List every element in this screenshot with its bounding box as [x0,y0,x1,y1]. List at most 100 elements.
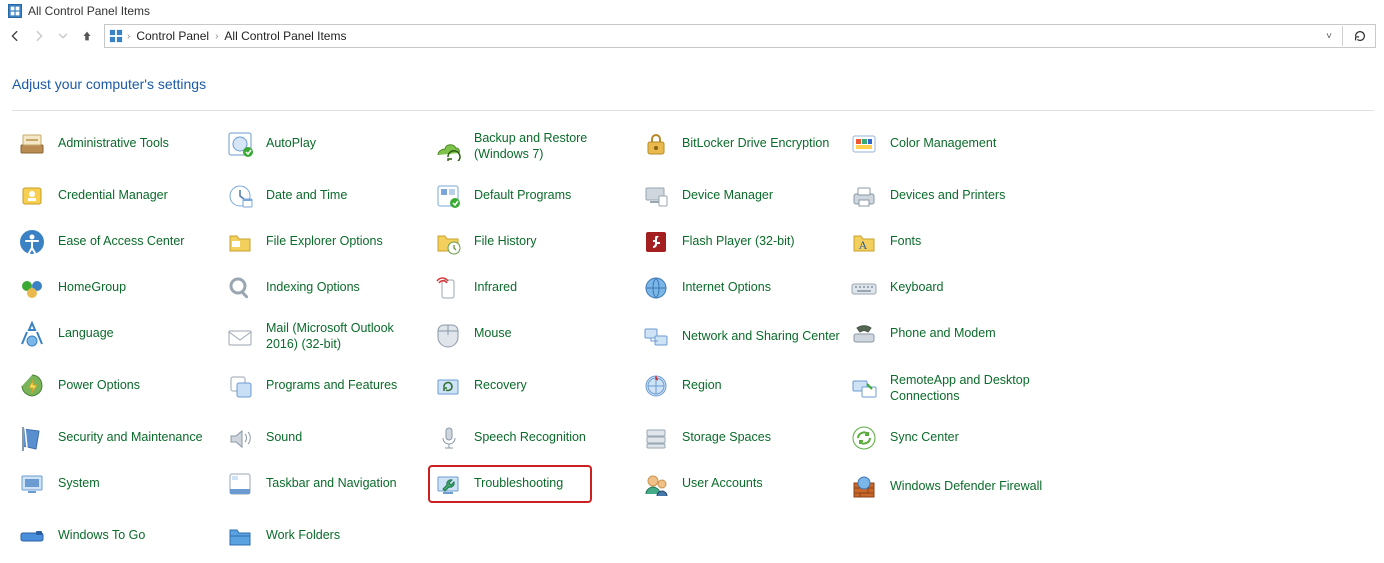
cp-item-fonts[interactable]: Fonts [846,225,1054,259]
cp-item-label: HomeGroup [58,280,126,296]
cp-item-file-history[interactable]: File History [430,225,638,259]
cp-item-programs-features[interactable]: Programs and Features [222,369,430,403]
cp-item-mouse[interactable]: Mouse [430,317,638,351]
cp-item-label: Device Manager [682,188,773,204]
cp-item-label: Indexing Options [266,280,360,296]
cp-item-date-time[interactable]: Date and Time [222,179,430,213]
windows-to-go-icon [16,520,48,552]
cp-item-label: Internet Options [682,280,771,296]
cp-item-system[interactable]: System [14,467,222,501]
cp-item-default-programs[interactable]: Default Programs [430,179,638,213]
cp-item-label: Network and Sharing Center [682,329,840,345]
cp-item-remoteapp[interactable]: RemoteApp and Desktop Connections [846,369,1054,409]
cp-item-devices-printers[interactable]: Devices and Printers [846,179,1054,213]
forward-button[interactable] [28,25,50,47]
cp-item-label: System [58,476,100,492]
cp-item-work-folders[interactable]: Work Folders [222,519,430,553]
cp-item-label: Keyboard [890,280,944,296]
up-button[interactable] [76,25,98,47]
separator [12,110,1374,111]
bitlocker-icon [640,128,672,160]
breadcrumb-current[interactable]: All Control Panel Items [222,29,348,43]
cp-item-bitlocker[interactable]: BitLocker Drive Encryption [638,127,846,161]
cp-item-file-explorer-opts[interactable]: File Explorer Options [222,225,430,259]
cp-item-sound[interactable]: Sound [222,421,430,455]
cp-item-sync[interactable]: Sync Center [846,421,1054,455]
cp-item-label: Backup and Restore (Windows 7) [474,131,632,162]
cp-item-label: Devices and Printers [890,188,1005,204]
navigation-bar: › Control Panel › All Control Panel Item… [0,22,1384,52]
chevron-right-icon[interactable]: › [215,31,218,42]
mail-icon [224,321,256,353]
phone-modem-icon [848,318,880,350]
cp-item-label: Ease of Access Center [58,234,184,250]
cp-item-language[interactable]: Language [14,317,222,351]
network-sharing-icon [640,321,672,353]
internet-options-icon [640,272,672,304]
content-area: Adjust your computer's settings Administ… [0,52,1384,563]
cp-item-network-sharing[interactable]: Network and Sharing Center [638,317,846,357]
chevron-right-icon[interactable]: › [127,31,130,42]
cp-item-autoplay[interactable]: AutoPlay [222,127,430,161]
cp-item-phone-modem[interactable]: Phone and Modem [846,317,1054,351]
cp-item-mail[interactable]: Mail (Microsoft Outlook 2016) (32-bit) [222,317,430,357]
cp-item-label: Mouse [474,326,512,342]
cp-item-label: AutoPlay [266,136,316,152]
cp-item-device-mgr[interactable]: Device Manager [638,179,846,213]
cp-item-label: File Explorer Options [266,234,383,250]
cp-item-recovery[interactable]: Recovery [430,369,638,403]
cp-item-windows-to-go[interactable]: Windows To Go [14,519,222,553]
cp-item-admin-tools[interactable]: Administrative Tools [14,127,222,161]
items-grid: Administrative Tools AutoPlay Backup and R… [12,127,1374,553]
cp-item-ease-access[interactable]: Ease of Access Center [14,225,222,259]
breadcrumb-root[interactable]: Control Panel [134,29,211,43]
cp-item-user-accounts[interactable]: User Accounts [638,467,846,501]
cp-item-troubleshooting[interactable]: Troubleshooting [430,467,590,501]
cp-item-label: RemoteApp and Desktop Connections [890,373,1048,404]
cp-item-internet-options[interactable]: Internet Options [638,271,846,305]
storage-icon [640,422,672,454]
file-history-icon [432,226,464,258]
date-time-icon [224,180,256,212]
cp-item-flash-player[interactable]: Flash Player (32-bit) [638,225,846,259]
cp-item-taskbar[interactable]: Taskbar and Navigation [222,467,430,501]
language-icon [16,318,48,350]
cp-item-credential-mgr[interactable]: Credential Manager [14,179,222,213]
ease-access-icon [16,226,48,258]
back-button[interactable] [4,25,26,47]
cp-item-label: Infrared [474,280,517,296]
cp-item-label: Speech Recognition [474,430,586,446]
cp-item-speech[interactable]: Speech Recognition [430,421,638,455]
recent-locations-button[interactable] [52,25,74,47]
cp-item-security-maint[interactable]: Security and Maintenance [14,421,222,455]
cp-item-firewall[interactable]: Windows Defender Firewall [846,467,1054,507]
autoplay-icon [224,128,256,160]
cp-item-label: Phone and Modem [890,326,996,342]
address-dropdown-icon[interactable]: ˅ [1322,31,1336,42]
taskbar-icon [224,468,256,500]
cp-item-label: Recovery [474,378,527,394]
cp-item-storage[interactable]: Storage Spaces [638,421,846,455]
cp-item-keyboard[interactable]: Keyboard [846,271,1054,305]
cp-item-label: BitLocker Drive Encryption [682,136,829,152]
cp-item-color-mgmt[interactable]: Color Management [846,127,1054,161]
cp-item-label: Power Options [58,378,140,394]
refresh-button[interactable] [1349,25,1371,47]
cp-item-homegroup[interactable]: HomeGroup [14,271,222,305]
troubleshooting-icon [432,468,464,500]
address-bar[interactable]: › Control Panel › All Control Panel Item… [104,24,1376,48]
cp-item-label: Credential Manager [58,188,168,204]
cp-item-indexing[interactable]: Indexing Options [222,271,430,305]
cp-item-infrared[interactable]: Infrared [430,271,638,305]
file-explorer-opts-icon [224,226,256,258]
admin-tools-icon [16,128,48,160]
cp-item-backup-restore[interactable]: Backup and Restore (Windows 7) [430,127,638,167]
cp-item-power[interactable]: Power Options [14,369,222,403]
cp-item-region[interactable]: Region [638,369,846,403]
mouse-icon [432,318,464,350]
flash-player-icon [640,226,672,258]
homegroup-icon [16,272,48,304]
backup-restore-icon [432,131,464,163]
cp-item-label: Windows To Go [58,528,145,544]
system-icon [16,468,48,500]
